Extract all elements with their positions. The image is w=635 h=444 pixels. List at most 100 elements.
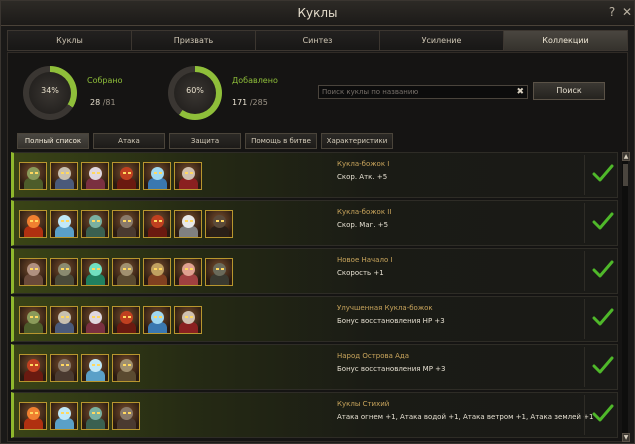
- fire-demon-doll-icon[interactable]: [19, 354, 47, 382]
- collection-name: Народ Острова Ада: [337, 352, 410, 360]
- tab-collections[interactable]: Коллекции: [504, 31, 627, 50]
- filter-battle-help[interactable]: Помощь в битве: [245, 133, 317, 149]
- close-button[interactable]: ✕: [620, 5, 634, 19]
- knight-doll-icon[interactable]: [112, 258, 140, 286]
- checkmark-icon: [592, 212, 614, 230]
- collected-percent: 34%: [41, 86, 59, 95]
- collection-bonus: Скорость +1: [337, 269, 384, 277]
- tree-doll-icon[interactable]: [19, 162, 47, 190]
- collection-row[interactable]: Новое Начало I Скорость +1: [11, 248, 618, 294]
- completion-cell: [584, 203, 618, 243]
- doll-icons: [19, 354, 140, 382]
- goblin-doll-icon[interactable]: [81, 402, 109, 430]
- checkmark-icon: [592, 164, 614, 182]
- collection-bonus: Бонус восстановления HP +3: [337, 317, 445, 325]
- window-title: Куклы: [297, 6, 338, 20]
- list-scrollbar[interactable]: ▲ ▼: [622, 152, 630, 442]
- collection-row[interactable]: Кукла-божок II Скор. Маг. +5: [11, 200, 618, 246]
- flame-doll-icon[interactable]: [19, 210, 47, 238]
- collection-list: Кукла-божок I Скор. Атк. +5 Кукла-божок II…: [11, 152, 618, 442]
- doll-icons: [19, 210, 233, 238]
- collection-name: Кукла-божок I: [337, 160, 390, 168]
- completion-cell: [584, 155, 618, 195]
- goblin-doll-icon[interactable]: [81, 210, 109, 238]
- tab-bar: Куклы Призвать Синтез Усиление Коллекции: [7, 30, 628, 51]
- added-percent: 60%: [186, 86, 204, 95]
- completion-cell: [584, 251, 618, 291]
- collection-bonus: Скор. Маг. +5: [337, 221, 389, 229]
- checkmark-icon: [592, 404, 614, 422]
- help-button[interactable]: ?: [605, 5, 619, 19]
- title-bar: Куклы ? ✕: [1, 1, 634, 26]
- collected-progress-ring: 34%: [23, 66, 77, 120]
- priest-doll-icon[interactable]: [174, 210, 202, 238]
- completion-cell: [584, 299, 618, 339]
- collection-name: Кукла-божок II: [337, 208, 392, 216]
- scroll-up-icon[interactable]: ▲: [622, 152, 630, 161]
- ghost-doll-icon[interactable]: [205, 258, 233, 286]
- added-count: 171 /285: [232, 98, 268, 107]
- scroll-thumb[interactable]: [623, 164, 628, 186]
- orc-doll-icon[interactable]: [50, 258, 78, 286]
- filter-defense[interactable]: Защита: [169, 133, 241, 149]
- added-progress-ring: 60%: [168, 66, 222, 120]
- elf-doll-icon[interactable]: [174, 258, 202, 286]
- imp-doll-icon[interactable]: [81, 162, 109, 190]
- dwarf-doll-icon[interactable]: [19, 258, 47, 286]
- collected-label: Собрано: [87, 76, 123, 85]
- shaman-doll-icon[interactable]: [143, 258, 171, 286]
- ice-doll-icon[interactable]: [143, 162, 171, 190]
- ice-doll-icon[interactable]: [143, 306, 171, 334]
- tribal-doll-icon[interactable]: [50, 306, 78, 334]
- search-input[interactable]: [319, 86, 509, 98]
- frost-doll-icon[interactable]: [50, 210, 78, 238]
- collection-name: Куклы Стихий: [337, 400, 390, 408]
- scroll-down-icon[interactable]: ▼: [622, 433, 630, 442]
- doll-icons: [19, 306, 202, 334]
- tribal-doll-icon[interactable]: [50, 162, 78, 190]
- collection-name: Улучшенная Кукла-божок: [337, 304, 433, 312]
- golem-doll-icon[interactable]: [112, 402, 140, 430]
- collection-bonus: Скор. Атк. +5: [337, 173, 388, 181]
- collection-row[interactable]: Куклы Стихий Атака огнем +1, Атака водой …: [11, 392, 618, 438]
- dolls-window: Куклы ? ✕ Куклы Призвать Синтез Усиление…: [0, 0, 635, 444]
- added-label: Добавлено: [232, 76, 278, 85]
- collection-bonus: Бонус восстановления MP +3: [337, 365, 446, 373]
- tab-enhance[interactable]: Усиление: [380, 31, 504, 50]
- golem-doll-icon[interactable]: [50, 354, 78, 382]
- collection-bonus: Атака огнем +1, Атака водой +1, Атака ве…: [337, 413, 594, 421]
- fire-demon-doll-icon[interactable]: [143, 210, 171, 238]
- imp-doll-icon[interactable]: [81, 306, 109, 334]
- collection-name: Новое Начало I: [337, 256, 393, 264]
- tree-doll-icon[interactable]: [19, 306, 47, 334]
- tab-summon[interactable]: Призвать: [132, 31, 256, 50]
- fire-demon-doll-icon[interactable]: [112, 306, 140, 334]
- clear-search-icon[interactable]: ✖: [516, 86, 524, 98]
- checkmark-icon: [592, 356, 614, 374]
- orb-doll-icon[interactable]: [81, 258, 109, 286]
- filter-stats[interactable]: Характеристики: [321, 133, 393, 149]
- search-button[interactable]: Поиск: [533, 82, 605, 100]
- tab-synthesis[interactable]: Синтез: [256, 31, 380, 50]
- filter-full-list[interactable]: Полный список: [17, 133, 89, 149]
- frost-doll-icon[interactable]: [50, 402, 78, 430]
- warrior-doll-icon[interactable]: [174, 162, 202, 190]
- golem-doll-icon[interactable]: [112, 210, 140, 238]
- filter-attack[interactable]: Атака: [93, 133, 165, 149]
- tab-dolls[interactable]: Куклы: [8, 31, 132, 50]
- completion-cell: [584, 395, 618, 435]
- fire-demon-doll-icon[interactable]: [112, 162, 140, 190]
- search-field: ✖: [318, 85, 528, 99]
- flame-doll-icon[interactable]: [19, 402, 47, 430]
- doll-icons: [19, 258, 233, 286]
- checkmark-icon: [592, 260, 614, 278]
- knight-doll-icon[interactable]: [112, 354, 140, 382]
- shadow-doll-icon[interactable]: [205, 210, 233, 238]
- collection-row[interactable]: Улучшенная Кукла-божок Бонус восстановлен…: [11, 296, 618, 342]
- collection-row[interactable]: Народ Острова Ада Бонус восстановления MP…: [11, 344, 618, 390]
- frost-doll-icon[interactable]: [81, 354, 109, 382]
- warrior-doll-icon[interactable]: [174, 306, 202, 334]
- collection-row[interactable]: Кукла-божок I Скор. Атк. +5: [11, 152, 618, 198]
- doll-icons: [19, 402, 140, 430]
- checkmark-icon: [592, 308, 614, 326]
